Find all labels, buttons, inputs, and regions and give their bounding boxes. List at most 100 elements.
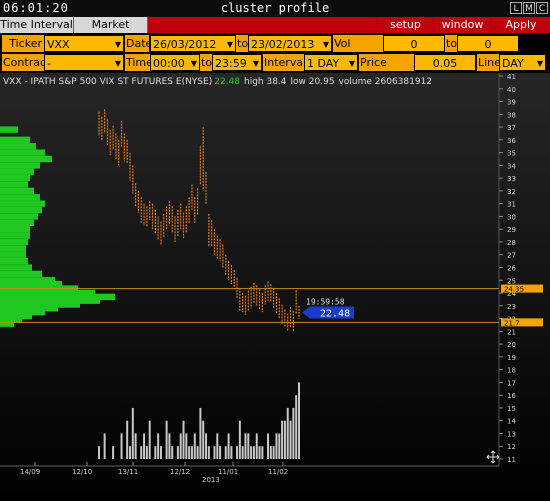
chevron-down-icon: ▼	[536, 59, 543, 68]
volume-bar	[247, 433, 250, 459]
last-price-label: 22.48	[320, 308, 350, 319]
price-tick-label: 14	[507, 418, 516, 426]
volume-bar	[216, 433, 219, 459]
date-to-value: 23/02/2013	[251, 38, 315, 51]
window-button[interactable]: window	[433, 17, 491, 33]
volume-bar	[269, 446, 272, 459]
time-to-label: to	[200, 54, 213, 71]
volume-bar	[143, 433, 146, 459]
date-to-select[interactable]: 23/02/2013 ▼	[248, 35, 332, 52]
profile-bar	[0, 155, 52, 163]
time-tick-label: 11/01	[218, 468, 238, 476]
time-tick-label: 13/11	[118, 468, 138, 476]
price-scale-input[interactable]: 0.05	[414, 54, 476, 71]
volume-bar	[168, 433, 171, 459]
time-from-value: 00:00	[153, 57, 185, 70]
price-tick-label: 13	[507, 430, 516, 438]
reference-tag-label: 24.35	[504, 286, 524, 294]
vol-from-input[interactable]: 0	[383, 35, 445, 52]
chevron-down-icon: ▼	[114, 40, 121, 49]
profile-bar	[0, 219, 34, 227]
low-label: low	[290, 77, 306, 87]
profile-bar	[0, 226, 30, 233]
time-label: Time	[125, 54, 153, 71]
cluster-chart[interactable]: 4140393837363534333231302928272625242322…	[0, 73, 550, 501]
time-to-select[interactable]: 23:59 ▼	[212, 54, 262, 71]
volume-bar	[196, 446, 199, 459]
profile-bar	[0, 251, 26, 258]
date-label: Date	[125, 35, 153, 52]
price-tick-label: 40	[507, 86, 516, 94]
controls-panel: Ticker VXX ▼ Date 26/03/2012 ▼ to 23/02/20…	[0, 33, 550, 86]
date-from-select[interactable]: 26/03/2012 ▼	[150, 35, 236, 52]
volume-bar	[98, 446, 100, 459]
volume-bar	[298, 382, 300, 459]
volume-bar	[140, 446, 143, 459]
profile-bar	[0, 264, 32, 271]
volume-bar	[289, 420, 292, 459]
profile-bar	[0, 187, 34, 195]
time-to-value: 23:59	[215, 57, 247, 70]
volume-bar	[120, 433, 123, 459]
volume-bar	[281, 420, 284, 459]
vol-to-label: to	[445, 35, 458, 52]
price-tick-label: 34	[507, 162, 516, 170]
high-label: high	[243, 77, 264, 87]
volume-bar	[202, 420, 205, 459]
profile-bar	[0, 174, 30, 182]
volume-bar	[227, 433, 230, 459]
chevron-down-icon: ▼	[252, 59, 259, 68]
interval-label: Interval	[263, 54, 307, 71]
window-title: cluster profile	[220, 1, 330, 15]
volume-bar	[148, 420, 151, 459]
ticker-select[interactable]: VXX ▼	[44, 35, 124, 52]
price-tick-label: 25	[507, 277, 516, 285]
contract-select[interactable]: - ▼	[44, 54, 124, 71]
price-tick-label: 35	[507, 150, 516, 158]
volume-bar	[131, 407, 134, 459]
tab-market-watch[interactable]: Market Watch	[74, 17, 148, 47]
line-select[interactable]: DAY ▼	[499, 54, 546, 71]
profile-bar	[0, 200, 45, 207]
price-tick-label: 15	[507, 405, 516, 413]
profile-bar	[0, 232, 30, 239]
volume-bar	[252, 446, 255, 459]
tab-time-interval[interactable]: Time Interval	[0, 17, 74, 33]
line-value: DAY	[502, 57, 524, 70]
volume-bar	[219, 446, 222, 459]
volume-bar	[236, 446, 239, 459]
window-button-l[interactable]: L	[510, 2, 522, 14]
price-tick-label: 41	[507, 73, 516, 81]
ticker-value: VXX	[47, 38, 70, 51]
profile-bar	[0, 194, 40, 201]
interval-select[interactable]: 1 DAY ▼	[304, 54, 358, 71]
vol-to-input[interactable]: 0	[457, 35, 519, 52]
volume-label: volume	[338, 77, 372, 87]
window-button-c[interactable]: C	[536, 2, 548, 14]
price-tick-label: 37	[507, 124, 516, 132]
volume-bar	[244, 433, 247, 459]
volume-bar	[272, 446, 275, 459]
window-button-m[interactable]: M	[523, 2, 535, 14]
vol-range-label: Vol range	[333, 35, 383, 67]
volume-bar	[261, 446, 264, 459]
price-tick-label: 28	[507, 239, 516, 247]
low-value: 20.95	[308, 77, 335, 87]
time-tick-label: 12/10	[72, 468, 92, 476]
contract-value: -	[47, 57, 51, 70]
year-label: 2013	[202, 476, 220, 484]
apply-button[interactable]: Apply	[491, 17, 550, 33]
volume-bar	[241, 446, 244, 459]
volume-bar	[267, 433, 270, 459]
contract-label: Contract	[2, 54, 51, 71]
volume-bar	[134, 433, 137, 459]
setup-button[interactable]: setup	[377, 17, 433, 33]
time-from-select[interactable]: 00:00 ▼	[150, 54, 200, 71]
volume-bar	[205, 433, 208, 459]
price-tick-label: 39	[507, 99, 516, 107]
interval-value: 1 DAY	[307, 57, 340, 70]
volume-bar	[126, 420, 129, 459]
volume-bar	[283, 420, 286, 459]
ticker-label: Ticker	[2, 35, 44, 52]
price-tick-label: 21	[507, 328, 516, 336]
